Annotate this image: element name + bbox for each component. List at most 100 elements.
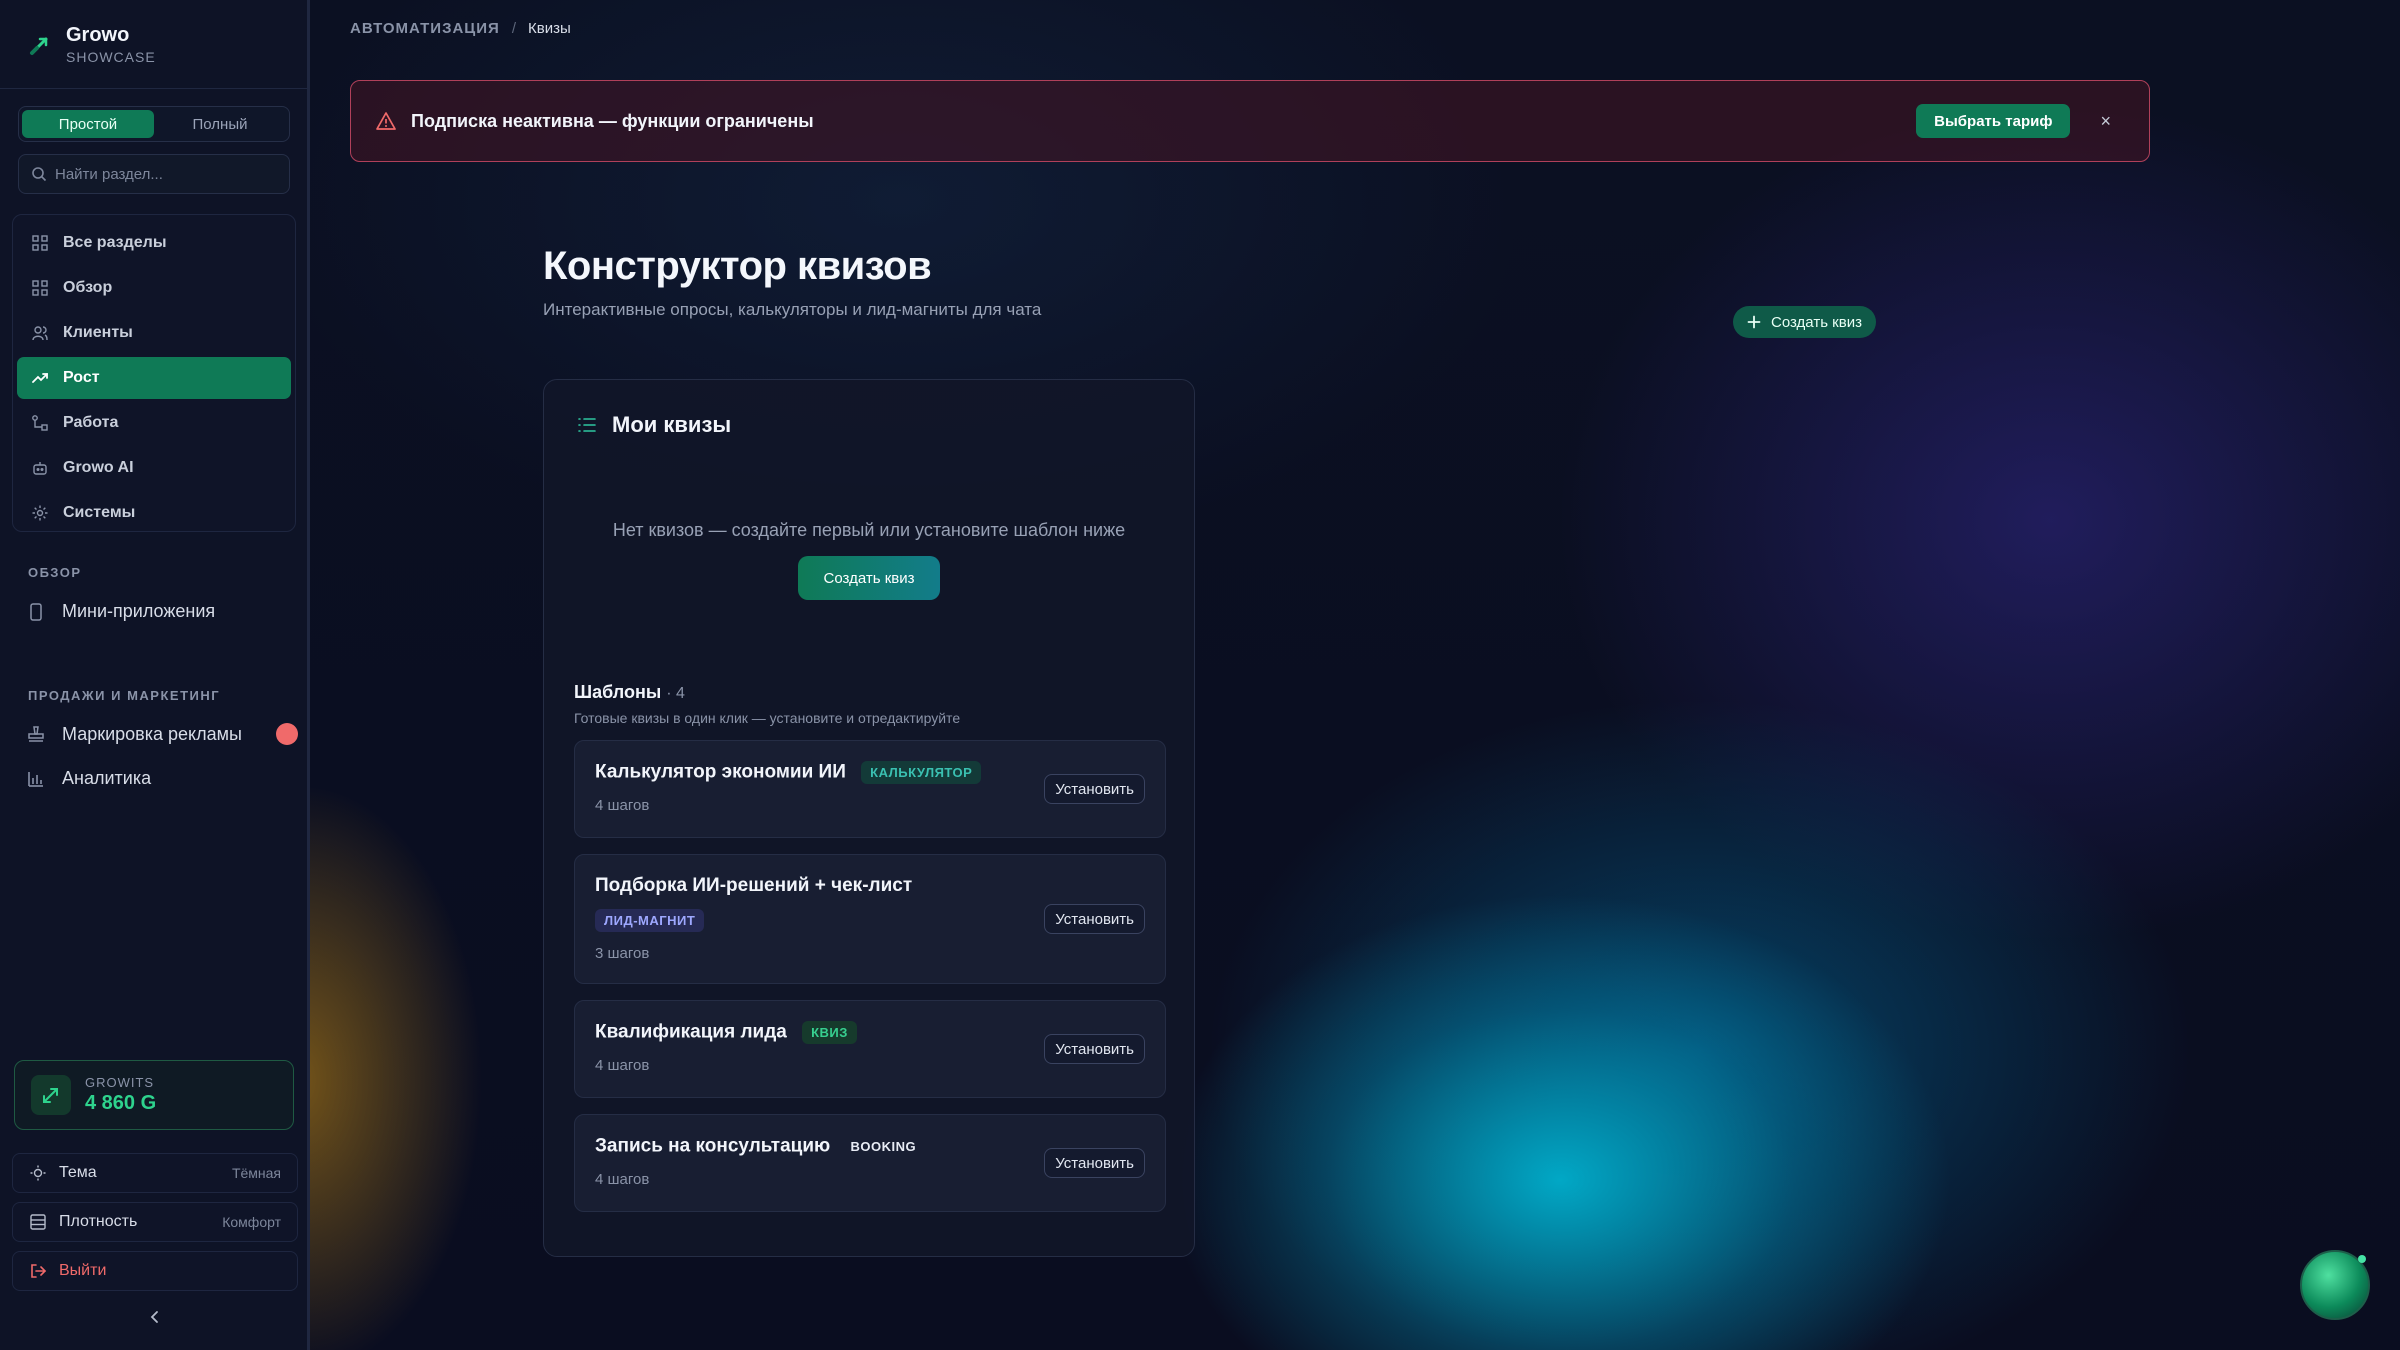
- section-title-overview: ОБЗОР: [28, 565, 82, 580]
- templates-heading: Шаблоны · 4: [574, 682, 685, 703]
- install-button[interactable]: Установить: [1044, 1034, 1145, 1064]
- card-header: Мои квизы: [576, 412, 731, 438]
- notification-dot: [275, 723, 298, 745]
- close-icon[interactable]: ×: [2100, 111, 2111, 132]
- template-card: Подборка ИИ-решений + чек-лист ЛИД-МАГНИ…: [574, 854, 1166, 984]
- nav-item-growth[interactable]: Рост: [17, 357, 291, 399]
- template-title-row: Запись на консультацию BOOKING: [595, 1135, 925, 1158]
- phone-icon: [30, 602, 42, 621]
- mode-full-button[interactable]: Полный: [154, 110, 286, 138]
- mode-simple-button[interactable]: Простой: [22, 110, 154, 138]
- page-title: Конструктор квизов: [543, 244, 932, 288]
- sidebar-item-analytics[interactable]: Аналитика: [26, 768, 151, 789]
- search-icon: [32, 167, 47, 182]
- grid-icon: [32, 280, 48, 296]
- mode-toggle: Простой Полный: [18, 106, 290, 142]
- template-tag: BOOKING: [850, 1139, 917, 1154]
- alert-text: Подписка неактивна — функции ограничены: [411, 110, 814, 131]
- nav-item-overview[interactable]: Обзор: [17, 267, 291, 309]
- theme-label: Тема: [59, 1164, 97, 1181]
- create-quiz-empty-button[interactable]: Создать квиз: [798, 556, 940, 600]
- logout-label: Выйти: [59, 1262, 107, 1279]
- nav-item-label: Обзор: [63, 279, 113, 296]
- trending-up-icon: [32, 373, 48, 383]
- bar-chart-icon: [28, 771, 43, 787]
- density-setting[interactable]: Плотность Комфорт: [12, 1202, 298, 1242]
- nav-item-systems[interactable]: Системы: [17, 492, 291, 534]
- create-quiz-button[interactable]: Создать квиз: [1733, 306, 1876, 338]
- templates-count: · 4: [666, 685, 685, 702]
- install-button[interactable]: Установить: [1044, 1148, 1145, 1178]
- template-card: Квалификация лида КВИЗ 4 шагов Установит…: [574, 1000, 1166, 1098]
- nav-item-label: Системы: [63, 504, 136, 521]
- template-name: Калькулятор экономии ИИ: [595, 761, 846, 783]
- breadcrumb-current: Квизы: [528, 20, 571, 37]
- nav-item-all-sections[interactable]: Все разделы: [17, 222, 291, 264]
- choose-plan-button[interactable]: Выбрать тариф: [1916, 104, 2071, 138]
- sidebar-item-label: Маркировка рекламы: [62, 723, 242, 744]
- card-title: Мои квизы: [612, 412, 732, 437]
- theme-icon: [30, 1165, 46, 1181]
- stamp-icon: [28, 726, 44, 742]
- search-input[interactable]: [55, 165, 275, 183]
- growits-balance[interactable]: GROWITS 4 860 G: [14, 1060, 294, 1130]
- nav-item-clients[interactable]: Клиенты: [17, 312, 291, 354]
- nav-item-label: Рост: [63, 369, 100, 386]
- nav-item-work[interactable]: Работа: [17, 402, 291, 444]
- template-tag-row: ЛИД-МАГНИТ: [595, 909, 705, 932]
- template-steps: 4 шагов: [595, 1171, 650, 1188]
- logout-icon: [31, 1264, 47, 1278]
- nav-item-label: Growo AI: [63, 459, 134, 476]
- template-title-row: Калькулятор экономии ИИ КАЛЬКУЛЯТОР: [595, 761, 982, 784]
- sidebar: Growo SHOWCASE Простой Полный Все раздел…: [0, 0, 310, 1350]
- grid-icon: [32, 235, 48, 251]
- templates-title: Шаблоны: [574, 682, 662, 702]
- empty-state-text: Нет квизов — создайте первый или установ…: [612, 520, 1126, 540]
- breadcrumb-parent[interactable]: АВТОМАТИЗАЦИЯ: [350, 20, 500, 37]
- template-name: Запись на консультацию: [595, 1135, 831, 1157]
- workflow-icon: [32, 415, 48, 431]
- breadcrumb: АВТОМАТИЗАЦИЯ / Квизы: [350, 20, 571, 37]
- nav-item-label: Работа: [63, 414, 119, 431]
- chevron-left-icon[interactable]: [146, 1308, 164, 1326]
- template-name: Квалификация лида: [595, 1021, 787, 1043]
- gear-icon: [32, 505, 48, 521]
- density-value: Комфорт: [222, 1214, 281, 1230]
- template-tag: ЛИД-МАГНИТ: [595, 909, 705, 932]
- template-steps: 4 шагов: [595, 1057, 650, 1074]
- logout-button[interactable]: Выйти: [12, 1251, 298, 1291]
- section-title-sales: ПРОДАЖИ И МАРКЕТИНГ: [28, 688, 221, 703]
- brand-subtitle: SHOWCASE: [66, 49, 156, 65]
- theme-setting[interactable]: Тема Тёмная: [12, 1153, 298, 1193]
- nav-item-label: Клиенты: [63, 324, 133, 341]
- brand[interactable]: Growo SHOWCASE: [28, 24, 156, 65]
- sidebar-item-label: Аналитика: [62, 768, 152, 788]
- density-label: Плотность: [59, 1213, 138, 1230]
- nav-item-growo-ai[interactable]: Growo AI: [17, 447, 291, 489]
- nav-list: Все разделы Обзор Клиенты Рост Работа Gr…: [12, 214, 296, 532]
- bot-icon: [33, 462, 47, 475]
- growits-value: 4 860 G: [85, 1092, 157, 1114]
- quizzes-card: Мои квизы Нет квизов — создайте первый и…: [543, 379, 1195, 1257]
- sidebar-item-ad-marking[interactable]: Маркировка рекламы: [26, 723, 298, 745]
- sidebar-item-mini-apps[interactable]: Мини-приложения: [26, 601, 215, 622]
- breadcrumb-separator: /: [511, 20, 516, 37]
- page-subtitle: Интерактивные опросы, калькуляторы и лид…: [543, 300, 1042, 319]
- template-tag: КАЛЬКУЛЯТОР: [861, 761, 982, 784]
- templates-description: Готовые квизы в один клик — установите и…: [574, 710, 961, 726]
- brand-logo-icon: [30, 37, 48, 55]
- warning-icon: [376, 112, 396, 130]
- background: [0, 0, 2400, 1350]
- theme-value: Тёмная: [231, 1165, 281, 1181]
- brand-name: Growo: [66, 24, 130, 46]
- template-steps: 4 шагов: [595, 797, 650, 814]
- sidebar-item-label: Мини-приложения: [62, 601, 216, 621]
- install-button[interactable]: Установить: [1044, 904, 1145, 934]
- online-indicator: [2358, 1255, 2366, 1263]
- template-card: Запись на консультацию BOOKING 4 шагов У…: [574, 1114, 1166, 1212]
- template-steps: 3 шагов: [595, 945, 650, 962]
- growits-label: GROWITS: [85, 1075, 155, 1090]
- users-icon: [32, 326, 48, 341]
- install-button[interactable]: Установить: [1044, 774, 1145, 804]
- plus-icon: [1747, 315, 1761, 329]
